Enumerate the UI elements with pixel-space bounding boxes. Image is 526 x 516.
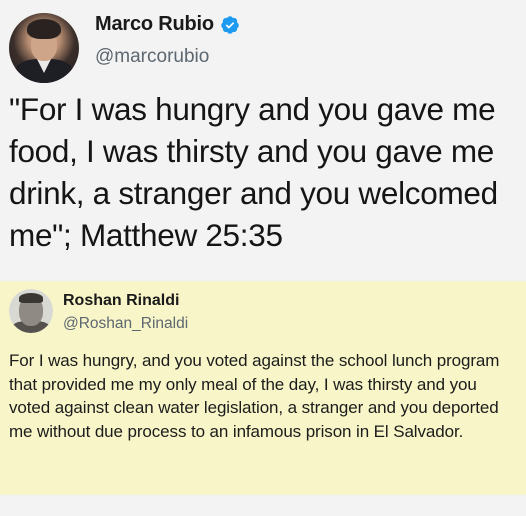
handle[interactable]: @Roshan_Rinaldi — [63, 315, 188, 333]
verified-badge-icon — [221, 15, 239, 34]
avatar[interactable] — [9, 13, 79, 83]
author-row: Marco Rubio — [95, 13, 240, 36]
display-name[interactable]: Marco Rubio — [95, 13, 214, 36]
handle[interactable]: @marcorubio — [95, 46, 209, 68]
tweet-text: For I was hungry, and you voted against … — [9, 351, 500, 441]
footer-strip — [0, 495, 526, 516]
reply-tweet: Roshan Rinaldi @Roshan_Rinaldi For I was… — [0, 281, 526, 495]
display-name[interactable]: Roshan Rinaldi — [63, 292, 179, 310]
original-tweet: Marco Rubio @marcorubio "For I was hungr… — [0, 0, 526, 276]
tweet-text: "For I was hungry and you gave me food, … — [9, 91, 498, 253]
avatar[interactable] — [9, 289, 53, 333]
